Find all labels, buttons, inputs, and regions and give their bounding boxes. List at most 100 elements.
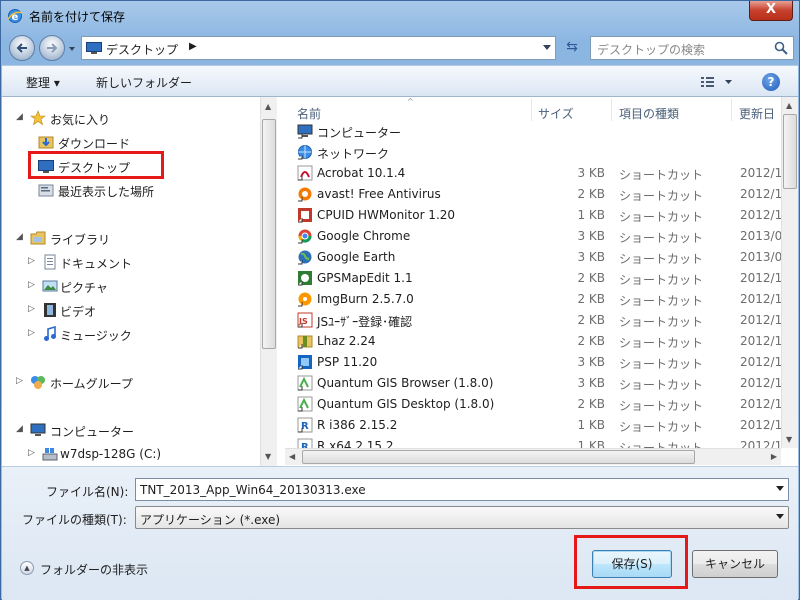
scroll-thumb[interactable] — [262, 119, 276, 349]
nav-item-videos[interactable]: ▷ ビデオ — [28, 301, 228, 321]
expand-arrow-icon[interactable]: ▷ — [28, 280, 35, 290]
expand-arrow-icon[interactable]: ▷ — [28, 448, 35, 458]
filename-value[interactable]: TNT_2013_App_Win64_20130313.exe — [140, 483, 366, 497]
expand-arrow-icon[interactable]: ▷ — [28, 328, 35, 338]
filetype-select[interactable]: アプリケーション (*.exe) — [135, 506, 789, 529]
file-date: 2012/1 — [740, 355, 781, 369]
file-name: Quantum GIS Desktop (1.8.0) — [317, 397, 495, 411]
desktop-highlight-box — [28, 151, 164, 179]
scroll-thumb[interactable] — [302, 450, 695, 464]
file-row[interactable]: avast! Free Antivirus 2 KB ショートカット 2012/1 — [285, 184, 781, 205]
gpsmapedit-icon — [298, 271, 312, 286]
cancel-button[interactable]: キャンセル — [692, 550, 778, 578]
scroll-down-icon[interactable]: ▼ — [265, 452, 271, 461]
search-box[interactable]: デスクトップの検索 — [590, 36, 794, 60]
nav-item-music[interactable]: ▷ ミュージック — [28, 325, 228, 345]
psp-icon — [298, 355, 312, 370]
forward-button[interactable] — [39, 35, 65, 61]
column-divider[interactable] — [531, 99, 532, 121]
file-row[interactable]: JS JSﾕｰｻﾞｰ登録･確認 2 KB ショートカット 2012/1 — [285, 310, 781, 331]
address-bar[interactable]: デスクトップ ▶ — [81, 36, 556, 60]
file-name: Google Chrome — [317, 229, 411, 243]
search-icon[interactable] — [774, 41, 788, 55]
scroll-right-icon[interactable]: ▶ — [771, 452, 777, 461]
pane-splitter[interactable] — [277, 97, 285, 466]
lhaz-icon — [297, 335, 313, 349]
expand-arrow-icon[interactable]: ▷ — [28, 256, 35, 266]
nav-libraries[interactable]: ◢ ライブラリ — [16, 229, 246, 249]
column-divider[interactable] — [611, 99, 612, 121]
nav-item-downloads[interactable]: ダウンロード — [24, 133, 224, 153]
file-date: 2012/1 — [740, 271, 781, 285]
nav-item-documents[interactable]: ▷ ドキュメント — [28, 253, 228, 273]
r-icon: R — [297, 417, 313, 433]
file-size: 3 KB — [577, 355, 605, 369]
filename-input[interactable]: TNT_2013_App_Win64_20130313.exe — [135, 478, 789, 501]
nav-favorites[interactable]: ◢ お気に入り — [16, 109, 246, 129]
computer-icon — [30, 423, 46, 436]
expand-arrow-icon[interactable]: ▷ — [28, 304, 35, 314]
file-name: avast! Free Antivirus — [317, 187, 441, 201]
file-name: Quantum GIS Browser (1.8.0) — [317, 376, 494, 390]
file-size: 3 KB — [577, 229, 605, 243]
scroll-down-icon[interactable]: ▼ — [786, 435, 792, 444]
scroll-left-icon[interactable]: ◀ — [289, 452, 295, 461]
avast-icon — [298, 187, 312, 202]
scroll-thumb[interactable] — [783, 114, 797, 189]
file-row[interactable]: CPUID HWMonitor 1.20 1 KB ショートカット 2012/1 — [285, 205, 781, 226]
file-list-vertical-scrollbar[interactable]: ▲ ▼ — [781, 97, 798, 448]
file-row[interactable]: Google Chrome 3 KB ショートカット 2013/0 — [285, 226, 781, 247]
nav-item-drive-c[interactable]: ▷ w7dsp-128G (C:) — [28, 445, 228, 465]
help-button[interactable]: ? — [762, 73, 780, 91]
nav-pane-scrollbar[interactable]: ▲ ▼ — [260, 97, 277, 466]
filetype-dropdown-icon[interactable] — [776, 514, 784, 520]
title-bar[interactable]: e 名前を付けて保存 X — [1, 1, 799, 31]
address-location[interactable]: デスクトップ — [106, 41, 178, 58]
acrobat-icon — [297, 165, 313, 181]
back-button[interactable] — [9, 35, 35, 61]
file-row[interactable]: PSP 11.20 3 KB ショートカット 2012/1 — [285, 352, 781, 373]
new-folder-button[interactable]: 新しいフォルダー — [96, 74, 192, 91]
nav-item-pictures[interactable]: ▷ ピクチャ — [28, 277, 228, 297]
file-name: Google Earth — [317, 250, 396, 264]
collapse-arrow-icon[interactable]: ◢ — [16, 424, 23, 434]
nav-item-recent-places[interactable]: 最近表示した場所 — [24, 181, 224, 201]
music-icon — [44, 326, 56, 341]
file-row[interactable]: GPSMapEdit 1.1 2 KB ショートカット 2012/1 — [285, 268, 781, 289]
refresh-button[interactable]: ⇆ — [560, 36, 584, 60]
filetype-value: アプリケーション (*.exe) — [140, 513, 281, 527]
scroll-up-icon[interactable]: ▲ — [786, 101, 792, 110]
breadcrumb-chevron-icon[interactable]: ▶ — [189, 41, 197, 52]
file-list-horizontal-scrollbar[interactable]: ◀ ▶ — [285, 448, 781, 465]
organize-menu-button[interactable]: 整理 ▾ — [26, 74, 60, 91]
collapse-arrow-icon[interactable]: ◢ — [16, 112, 23, 122]
save-as-dialog: e 名前を付けて保存 X デスクトップ ▶ ⇆ デスクトップの検索 整理 ▾ 新… — [0, 0, 800, 600]
collapse-up-icon[interactable]: ▲ — [20, 561, 34, 575]
nav-favorites-label: お気に入り — [50, 113, 111, 127]
file-date: 2012/1 — [740, 187, 781, 201]
column-divider[interactable] — [731, 99, 732, 121]
file-size: 3 KB — [577, 376, 605, 390]
scroll-up-icon[interactable]: ▲ — [265, 102, 271, 111]
nav-computer[interactable]: ◢ コンピューター — [16, 421, 246, 441]
file-row[interactable]: コンピューター — [285, 121, 781, 142]
file-row[interactable]: Google Earth 3 KB ショートカット 2013/0 — [285, 247, 781, 268]
file-row[interactable]: R R i386 2.15.2 1 KB ショートカット 2012/1 — [285, 415, 781, 436]
file-row[interactable]: ImgBurn 2.5.7.0 2 KB ショートカット 2012/1 — [285, 289, 781, 310]
nav-homegroup[interactable]: ▷ ホームグループ — [16, 373, 246, 393]
expand-arrow-icon[interactable]: ▷ — [16, 376, 23, 386]
recent-pages-dropdown-icon[interactable] — [68, 45, 76, 53]
file-name: Acrobat 10.1.4 — [317, 166, 406, 180]
file-row[interactable]: Lhaz 2.24 2 KB ショートカット 2012/1 — [285, 331, 781, 352]
file-row[interactable]: ネットワーク — [285, 142, 781, 163]
collapse-arrow-icon[interactable]: ◢ — [16, 232, 23, 242]
file-size: 2 KB — [577, 271, 605, 285]
close-button[interactable]: X — [749, 1, 793, 21]
file-row[interactable]: Acrobat 10.1.4 3 KB ショートカット 2012/1 — [285, 163, 781, 184]
file-row[interactable]: Quantum GIS Desktop (1.8.0) 2 KB ショートカット 20… — [285, 394, 781, 415]
svg-text:JS: JS — [298, 317, 308, 326]
file-row[interactable]: Quantum GIS Browser (1.8.0) 3 KB ショートカット 20… — [285, 373, 781, 394]
filename-dropdown-icon[interactable] — [776, 486, 784, 492]
address-dropdown-icon[interactable] — [543, 45, 551, 51]
view-options-icon[interactable] — [700, 74, 736, 90]
